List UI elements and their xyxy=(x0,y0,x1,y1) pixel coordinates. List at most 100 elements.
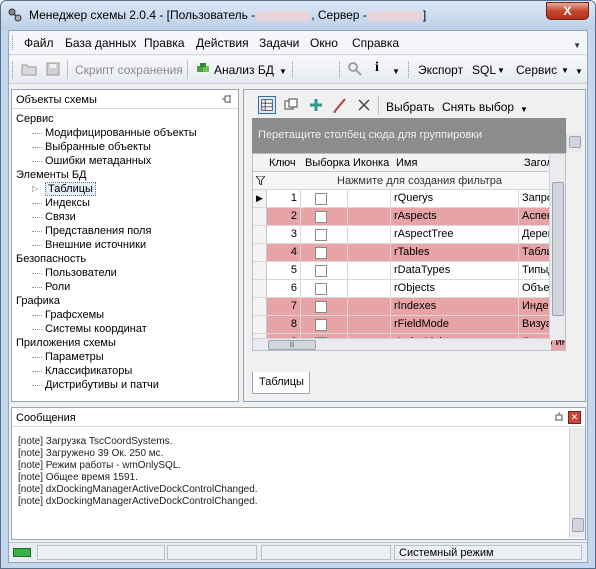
selection-checkbox[interactable] xyxy=(315,211,327,223)
service-dropdown-icon[interactable]: ▼ xyxy=(561,66,569,75)
cell-selection[interactable] xyxy=(301,316,348,333)
cell-key[interactable]: 8 xyxy=(267,316,301,333)
row-indicator[interactable] xyxy=(253,208,267,225)
column-key[interactable]: Ключ xyxy=(269,157,296,169)
cell-icon[interactable] xyxy=(348,262,391,279)
grid-vertical-scrollbar[interactable] xyxy=(549,154,565,340)
cell-name[interactable]: rObjects xyxy=(391,280,519,297)
row-indicator[interactable]: ▶ xyxy=(253,190,267,207)
menu-database[interactable]: База данных xyxy=(65,36,136,50)
sql-dropdown-icon[interactable]: ▼ xyxy=(497,66,505,75)
select-button[interactable]: Выбрать xyxy=(386,100,434,114)
table-row[interactable]: 6 rObjects Объекты xyxy=(253,280,565,298)
sql-button[interactable]: SQL xyxy=(472,63,496,77)
grid-toolbar-overflow-icon[interactable]: ▼ xyxy=(520,105,528,114)
pin-icon[interactable] xyxy=(221,93,233,105)
cell-selection[interactable] xyxy=(301,208,348,225)
cell-key[interactable]: 2 xyxy=(267,208,301,225)
tree-item[interactable]: Индексы xyxy=(32,196,90,210)
cell-key[interactable]: 1 xyxy=(267,190,301,207)
filter-row[interactable]: Нажмите для создания фильтра xyxy=(253,172,565,190)
row-indicator[interactable] xyxy=(253,280,267,297)
tree-item[interactable]: Пользователи xyxy=(32,266,117,280)
cell-key[interactable]: 7 xyxy=(267,298,301,315)
cell-key[interactable]: 3 xyxy=(267,226,301,243)
cell-icon[interactable] xyxy=(348,298,391,315)
cell-name[interactable]: rAspects xyxy=(391,208,519,225)
cell-name[interactable]: rTables xyxy=(391,244,519,261)
toolbar-grip[interactable] xyxy=(292,61,295,78)
messages-scroll-thumb[interactable] xyxy=(572,518,584,532)
tree-item[interactable]: Элементы БД xyxy=(16,168,87,182)
cell-name[interactable]: rIndexes xyxy=(391,298,519,315)
selection-checkbox[interactable] xyxy=(315,265,327,277)
selection-checkbox[interactable] xyxy=(315,283,327,295)
tree-item[interactable]: Классификаторы xyxy=(32,364,132,378)
cell-selection[interactable] xyxy=(301,190,348,207)
column-icon[interactable]: Иконка xyxy=(353,157,389,169)
script-save-button[interactable]: Скрипт сохранения xyxy=(75,63,183,77)
selection-checkbox[interactable] xyxy=(315,301,327,313)
search-icon[interactable] xyxy=(347,61,363,77)
tree-item[interactable]: Связи xyxy=(32,210,76,224)
table-row[interactable]: ▶ 1 rQuerys Запросы xyxy=(253,190,565,208)
info-dropdown-icon[interactable]: ▼ xyxy=(392,67,400,76)
group-scroll-thumb[interactable] xyxy=(569,136,581,148)
menu-window[interactable]: Окно xyxy=(310,36,338,50)
grid-view-icon[interactable] xyxy=(258,96,276,114)
tree-item[interactable]: Безопасность xyxy=(16,252,86,266)
tree-item[interactable]: Модифицированные объекты xyxy=(32,126,197,140)
menu-overflow-icon[interactable]: ▼ xyxy=(573,41,581,50)
row-indicator[interactable] xyxy=(253,298,267,315)
copy-icon[interactable] xyxy=(282,96,300,114)
delete-icon[interactable] xyxy=(355,96,373,114)
menu-help[interactable]: Справка xyxy=(352,36,399,50)
messages-pin-icon[interactable] xyxy=(553,411,565,423)
info-icon[interactable]: i xyxy=(375,60,379,76)
messages-scrollbar[interactable] xyxy=(569,428,585,538)
toolbar-overflow-icon[interactable]: ▼ xyxy=(575,67,583,76)
edit-pencil-icon[interactable] xyxy=(331,96,349,114)
cell-selection[interactable] xyxy=(301,298,348,315)
group-panel-scrollbar[interactable] xyxy=(566,134,582,153)
grid-horizontal-scrollbar[interactable]: ||| xyxy=(253,338,551,350)
selection-checkbox[interactable] xyxy=(315,229,327,241)
service-button[interactable]: Сервис xyxy=(516,63,557,77)
table-row[interactable]: 2 rAspects Аспекты xyxy=(253,208,565,226)
menu-tasks[interactable]: Задачи xyxy=(259,36,299,50)
grid-horizontal-thumb[interactable]: ||| xyxy=(268,340,316,350)
tree-item[interactable]: Сервис xyxy=(16,112,54,126)
analyze-db-dropdown-icon[interactable]: ▼ xyxy=(279,67,287,76)
table-row[interactable]: 8 rFieldMode Визуаль xyxy=(253,316,565,334)
cell-key[interactable]: 6 xyxy=(267,280,301,297)
table-row[interactable]: 5 rDataTypes ТипыДан xyxy=(253,262,565,280)
tree-item[interactable]: Приложения схемы xyxy=(16,336,116,350)
tree-item[interactable]: Ошибки метаданных xyxy=(32,154,151,168)
open-folder-icon[interactable] xyxy=(21,61,37,77)
table-row[interactable]: 4 rTables Таблицы xyxy=(253,244,565,262)
cell-name[interactable]: rFieldMode xyxy=(391,316,519,333)
cell-icon[interactable] xyxy=(348,244,391,261)
cell-name[interactable]: rDataTypes xyxy=(391,262,519,279)
title-bar[interactable]: Менеджер схемы 2.0.4 - [Пользователь - , … xyxy=(1,1,595,30)
toolbar-grip[interactable] xyxy=(339,61,342,78)
row-indicator[interactable] xyxy=(253,244,267,261)
toolbar-grip[interactable] xyxy=(12,61,15,78)
cell-selection[interactable] xyxy=(301,262,348,279)
row-indicator[interactable] xyxy=(253,226,267,243)
messages-close-icon[interactable]: ✕ xyxy=(568,411,581,424)
deselect-button[interactable]: Снять выбор xyxy=(442,100,514,114)
cell-icon[interactable] xyxy=(348,208,391,225)
selection-checkbox[interactable] xyxy=(315,319,327,331)
analyze-db-button[interactable]: Анализ БД xyxy=(214,63,274,77)
cell-selection[interactable] xyxy=(301,226,348,243)
close-button[interactable]: X xyxy=(546,2,589,20)
menu-edit[interactable]: Правка xyxy=(144,36,185,50)
tree-item[interactable]: Параметры xyxy=(32,350,104,364)
cell-name[interactable]: rQuerys xyxy=(391,190,519,207)
tree-item[interactable]: Графсхемы xyxy=(32,308,104,322)
export-button[interactable]: Экспорт xyxy=(418,63,463,77)
row-indicator[interactable] xyxy=(253,316,267,333)
cell-icon[interactable] xyxy=(348,226,391,243)
tree-item[interactable]: Выбранные объекты xyxy=(32,140,151,154)
